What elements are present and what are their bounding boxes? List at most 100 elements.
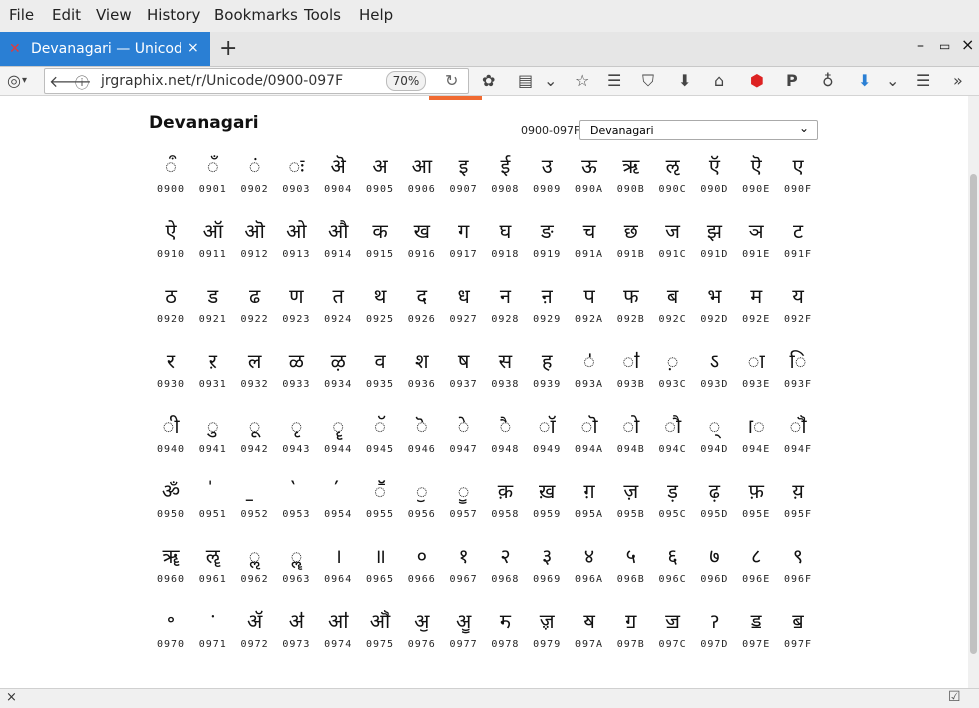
glyph-cell[interactable]: ॊ 094A <box>567 408 611 472</box>
glyph-cell[interactable]: ॣ 0963 <box>274 538 318 602</box>
glyph-cell[interactable]: ऊ 090A <box>567 148 611 212</box>
p-extension-icon[interactable]: P <box>786 71 798 90</box>
menu-tools[interactable]: Tools <box>304 6 341 24</box>
glyph-cell[interactable]: औ 0914 <box>316 213 360 277</box>
glyph-cell[interactable]: ऀ 0900 <box>149 148 193 212</box>
glyph-cell[interactable]: ं 0902 <box>233 148 277 212</box>
url-bar[interactable]: 🡐 ⓘ jrgraphix.net/r/Unicode/0900-097F 70… <box>44 68 469 94</box>
glyph-cell[interactable]: स 0938 <box>483 343 527 407</box>
glyph-cell[interactable]: ि 093F <box>776 343 820 407</box>
glyph-cell[interactable]: ह 0939 <box>525 343 569 407</box>
glyph-cell[interactable]: ऐ 0910 <box>149 213 193 277</box>
glyph-cell[interactable]: ऽ 093D <box>692 343 736 407</box>
glyph-cell[interactable]: ऎ 090E <box>734 148 778 212</box>
glyph-cell[interactable]: ऄ 0904 <box>316 148 360 212</box>
glyph-cell[interactable]: ॉ 0949 <box>525 408 569 472</box>
glyph-cell[interactable]: ू 0942 <box>233 408 277 472</box>
glyph-cell[interactable]: र 0930 <box>149 343 193 407</box>
overflow-chevron-icon[interactable]: » <box>953 71 963 90</box>
glyph-cell[interactable]: ऴ 0934 <box>316 343 360 407</box>
glyph-cell[interactable]: ॲ 0972 <box>233 603 277 667</box>
glyph-cell[interactable]: २ 0968 <box>483 538 527 602</box>
glyph-cell[interactable]: ॽ 097D <box>692 603 736 667</box>
glyph-cell[interactable]: ळ 0933 <box>274 343 318 407</box>
glyph-cell[interactable]: ॅ 0945 <box>358 408 402 472</box>
glyph-cell[interactable]: ठ 0920 <box>149 278 193 342</box>
menu-edit[interactable]: Edit <box>52 6 81 24</box>
download-manager-icon[interactable]: ⬇ <box>858 71 871 90</box>
glyph-cell[interactable]: ऍ 090D <box>692 148 736 212</box>
hamburger-menu-icon[interactable]: ☰ <box>916 71 930 90</box>
glyph-cell[interactable]: ॰ 0970 <box>149 603 193 667</box>
tab-active[interactable]: ✕ Devanagari — Unicode ch × <box>0 32 210 66</box>
bookmark-star-icon[interactable]: ☆ <box>575 71 589 90</box>
reload-icon[interactable]: ↻ <box>445 71 458 90</box>
glyph-cell[interactable]: ई 0908 <box>483 148 527 212</box>
back-forward-history-icon[interactable]: ◎ <box>7 71 21 90</box>
reader-list-icon[interactable]: ☰ <box>607 71 621 90</box>
glyph-cell[interactable]: ऌ 090C <box>651 148 695 212</box>
glyph-cell[interactable]: ॥ 0965 <box>358 538 402 602</box>
glyph-cell[interactable]: ख 0916 <box>400 213 444 277</box>
block-select[interactable]: Devanagari ⌄ <box>579 120 818 140</box>
glyph-cell[interactable]: थ 0925 <box>358 278 402 342</box>
glyph-cell[interactable]: ष 0937 <box>442 343 486 407</box>
glyph-cell[interactable]: ग़ 095A <box>567 473 611 537</box>
glyph-cell[interactable]: ॒ 0952 <box>233 473 277 537</box>
glyph-cell[interactable]: ै 0948 <box>483 408 527 472</box>
glyph-cell[interactable]: भ 092D <box>692 278 736 342</box>
glyph-cell[interactable]: ॳ 0973 <box>274 603 318 667</box>
glyph-cell[interactable]: ो 094B <box>609 408 653 472</box>
glyph-cell[interactable]: ॸ 0978 <box>483 603 527 667</box>
glyph-cell[interactable]: ु 0941 <box>191 408 235 472</box>
glyph-cell[interactable]: ॼ 097C <box>651 603 695 667</box>
glyph-cell[interactable]: ङ 0919 <box>525 213 569 277</box>
glyph-cell[interactable]: ॹ 0979 <box>525 603 569 667</box>
glyph-cell[interactable]: द 0926 <box>400 278 444 342</box>
tab-close-icon[interactable]: × <box>187 40 199 56</box>
glyph-cell[interactable]: ॶ 0976 <box>400 603 444 667</box>
glyph-cell[interactable]: ॓ 0953 <box>274 473 318 537</box>
glyph-cell[interactable]: व 0935 <box>358 343 402 407</box>
glyph-cell[interactable]: ग 0917 <box>442 213 486 277</box>
glyph-cell[interactable]: ऑ 0911 <box>191 213 235 277</box>
glyph-cell[interactable]: ॷ 0977 <box>442 603 486 667</box>
glyph-cell[interactable]: ढ 0922 <box>233 278 277 342</box>
home-icon[interactable]: ⌂ <box>714 71 724 90</box>
glyph-cell[interactable]: ॴ 0974 <box>316 603 360 667</box>
glyph-cell[interactable]: ी 0940 <box>149 408 193 472</box>
scrollbar-thumb[interactable] <box>970 174 977 654</box>
glyph-cell[interactable]: च 091A <box>567 213 611 277</box>
glyph-cell[interactable]: ॢ 0962 <box>233 538 277 602</box>
menu-bookmarks[interactable]: Bookmarks <box>214 6 298 24</box>
glyph-cell[interactable]: ॻ 097B <box>609 603 653 667</box>
adblock-plus-icon[interactable]: ⬢ <box>750 71 764 90</box>
download-icon[interactable]: ⬇ <box>678 71 691 90</box>
glyph-cell[interactable]: फ़ 095E <box>734 473 778 537</box>
extension-icon[interactable]: ✿ <box>482 71 495 90</box>
glyph-cell[interactable]: न 0928 <box>483 278 527 342</box>
glyph-cell[interactable]: ॠ 0960 <box>149 538 193 602</box>
pocket-icon[interactable]: ⛉ <box>642 71 654 91</box>
glyph-cell[interactable]: छ 091B <box>609 213 653 277</box>
glyph-cell[interactable]: क़ 0958 <box>483 473 527 537</box>
glyph-cell[interactable]: ॏ 094F <box>776 408 820 472</box>
glyph-cell[interactable]: ढ़ 095D <box>692 473 736 537</box>
glyph-cell[interactable]: ॾ 097E <box>734 603 778 667</box>
glyph-cell[interactable]: ॑ 0951 <box>191 473 235 537</box>
glyph-cell[interactable]: ९ 096F <box>776 538 820 602</box>
glyph-cell[interactable]: ॕ 0955 <box>358 473 402 537</box>
glyph-cell[interactable]: ॔ 0954 <box>316 473 360 537</box>
glyph-cell[interactable]: ऋ 090B <box>609 148 653 212</box>
glyph-cell[interactable]: ॱ 0971 <box>191 603 235 667</box>
glyph-cell[interactable]: उ 0909 <box>525 148 569 212</box>
glyph-cell[interactable]: ॺ 097A <box>567 603 611 667</box>
glyph-cell[interactable]: ऩ 0929 <box>525 278 569 342</box>
close-icon[interactable]: × <box>6 690 17 705</box>
glyph-cell[interactable]: ॡ 0961 <box>191 538 235 602</box>
glyph-cell[interactable]: ॆ 0946 <box>400 408 444 472</box>
lightbulb-icon[interactable]: ♁ <box>822 71 834 90</box>
glyph-cell[interactable]: इ 0907 <box>442 148 486 212</box>
glyph-cell[interactable]: ॐ 0950 <box>149 473 193 537</box>
menu-help[interactable]: Help <box>359 6 393 24</box>
